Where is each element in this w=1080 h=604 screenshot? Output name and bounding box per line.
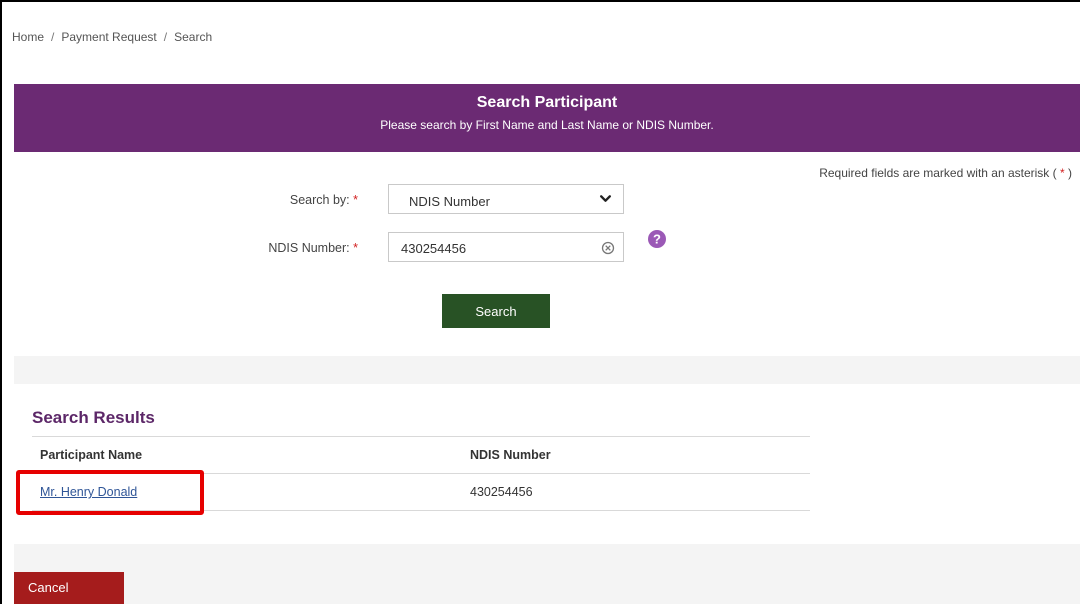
required-note-star: * xyxy=(1059,166,1065,180)
table-header-row: Participant Name NDIS Number xyxy=(32,437,810,473)
column-header-participant-name: Participant Name xyxy=(40,448,143,462)
page-title: Search Participant xyxy=(476,94,618,111)
ndis-number-label: NDIS Number: * xyxy=(158,241,358,255)
clear-icon[interactable] xyxy=(601,241,615,258)
breadcrumb-payment-request[interactable]: Payment Request xyxy=(61,30,156,44)
search-button[interactable]: Search xyxy=(442,294,550,328)
ndis-number-value: 430254456 xyxy=(401,241,467,256)
breadcrumb-separator: / xyxy=(51,30,55,44)
svg-text:?: ? xyxy=(653,232,661,247)
breadcrumb-search: Search xyxy=(174,30,213,44)
footer-bar xyxy=(14,544,1080,604)
search-by-select[interactable]: NDIS Number xyxy=(388,184,624,214)
required-fields-note: Required fields are marked with an aster… xyxy=(819,166,1072,180)
search-by-label: Search by: * xyxy=(158,193,358,207)
search-by-label-text: Search by: xyxy=(289,193,350,207)
highlight-annotation xyxy=(16,470,204,515)
help-icon[interactable]: ? xyxy=(648,230,666,253)
breadcrumb-home[interactable]: Home xyxy=(12,30,44,44)
ndis-number-input[interactable]: 430254456 xyxy=(388,232,624,262)
participant-ndis-number: 430254456 xyxy=(470,485,533,499)
search-results-title: Search Results xyxy=(32,408,155,427)
column-header-ndis-number: NDIS Number xyxy=(470,448,551,462)
search-by-selected-value: NDIS Number xyxy=(409,194,490,209)
section-divider xyxy=(14,356,1080,384)
ndis-number-required-star: * xyxy=(353,241,358,255)
required-note-close: ) xyxy=(1068,166,1072,180)
page-header: Search Participant Please search by Firs… xyxy=(14,84,1080,152)
search-results-panel: Search Results Participant Name NDIS Num… xyxy=(14,384,1080,544)
required-note-text: Required fields are marked with an aster… xyxy=(819,166,1057,180)
breadcrumb: Home / Payment Request / Search xyxy=(12,30,212,44)
chevron-down-icon xyxy=(599,192,612,208)
search-by-required-star: * xyxy=(353,193,358,207)
page-subtitle: Please search by First Name and Last Nam… xyxy=(380,118,714,132)
ndis-number-label-text: NDIS Number: xyxy=(268,241,350,255)
cancel-button[interactable]: Cancel xyxy=(14,572,124,604)
search-form: Required fields are marked with an aster… xyxy=(14,152,1080,356)
breadcrumb-separator: / xyxy=(163,30,168,44)
